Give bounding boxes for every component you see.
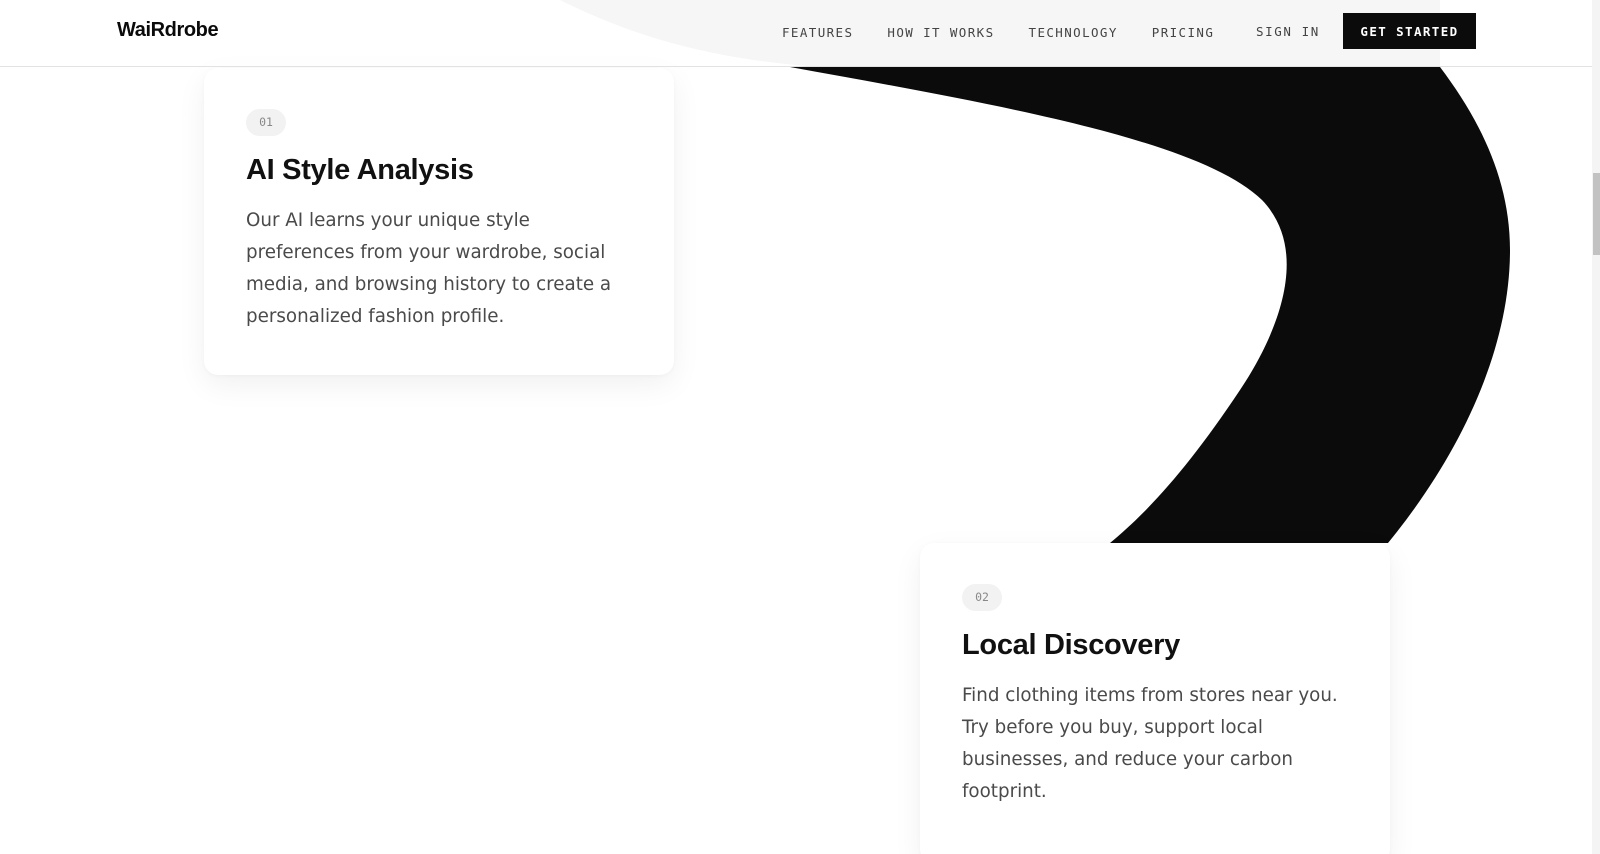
black-curve-band xyxy=(790,67,1510,543)
feature-card-ai-style-analysis: 01 AI Style Analysis Our AI learns your … xyxy=(204,68,674,375)
feature-title: AI Style Analysis xyxy=(246,154,474,186)
feature-card-local-discovery: 02 Local Discovery Find clothing items f… xyxy=(920,543,1390,854)
brand-logo[interactable]: WaiRdrobe xyxy=(117,19,219,42)
nav-link-features[interactable]: FEATURES xyxy=(782,25,853,40)
feature-number-badge: 01 xyxy=(246,109,286,136)
nav-links: FEATURES HOW IT WORKS TECHNOLOGY PRICING xyxy=(782,25,1248,40)
nav-link-how-it-works[interactable]: HOW IT WORKS xyxy=(887,25,994,40)
feature-description: Our AI learns your unique style preferen… xyxy=(246,210,612,327)
nav-link-pricing[interactable]: PRICING xyxy=(1152,25,1214,40)
feature-title: Local Discovery xyxy=(962,629,1180,661)
top-navigation: WaiRdrobe FEATURES HOW IT WORKS TECHNOLO… xyxy=(0,0,1592,67)
page-scrollbar-thumb[interactable] xyxy=(1593,173,1600,255)
feature-number-badge: 02 xyxy=(962,584,1002,611)
feature-description: Find clothing items from stores near you… xyxy=(962,685,1338,802)
sign-in-link[interactable]: SIGN IN xyxy=(1256,24,1320,39)
nav-link-technology[interactable]: TECHNOLOGY xyxy=(1029,25,1118,40)
get-started-button[interactable]: GET STARTED xyxy=(1343,13,1476,49)
page-scrollbar-track[interactable] xyxy=(1592,0,1600,854)
